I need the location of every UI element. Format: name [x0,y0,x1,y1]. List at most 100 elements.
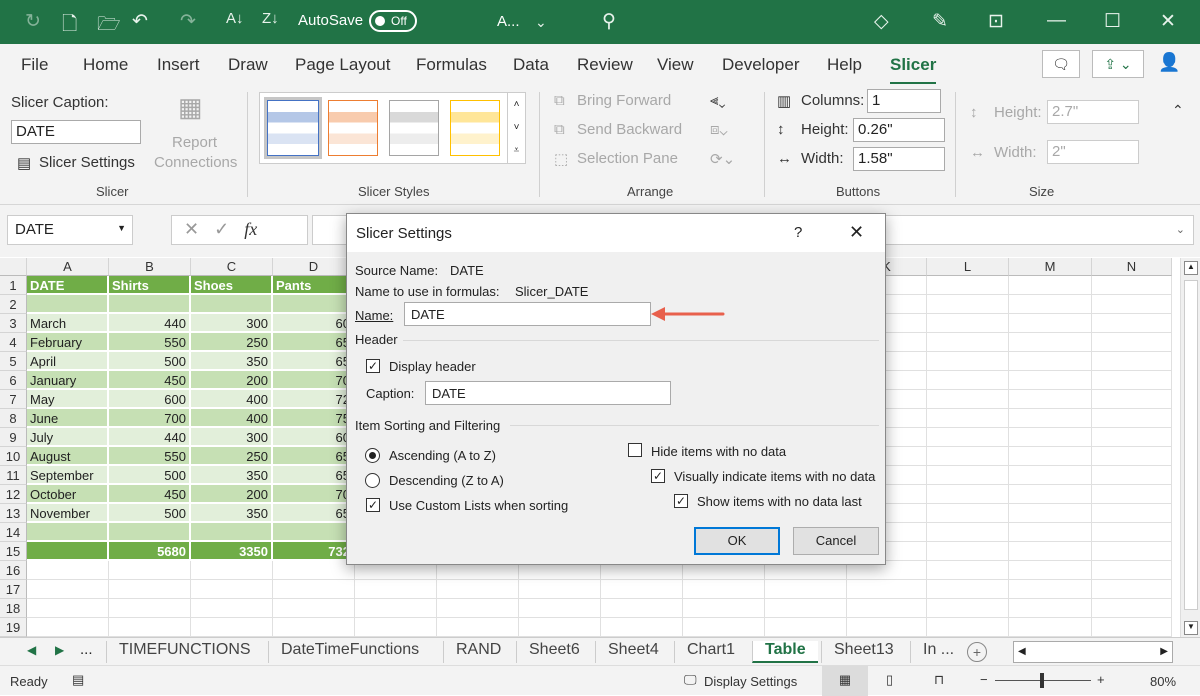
redo-icon[interactable]: ↷ [180,10,196,33]
group-objects-icon[interactable]: ⧈⌄ [710,121,728,138]
cell[interactable] [1092,618,1172,637]
slicer-caption-input[interactable]: DATE [11,120,141,144]
tab-page-layout[interactable]: Page Layout [295,55,390,75]
row-header[interactable]: 8 [0,409,27,428]
size-height-input[interactable]: 2.7" [1047,100,1139,124]
cell[interactable] [109,523,191,542]
cell[interactable]: Pants [273,276,355,295]
sheet-tab[interactable]: TIMEFUNCTIONS [106,641,263,663]
cell[interactable] [1009,542,1092,561]
search-icon[interactable]: ⚲ [602,10,616,33]
cell[interactable]: 70 [273,485,355,504]
cell[interactable] [927,333,1009,352]
size-width-input[interactable]: 2" [1047,140,1139,164]
cell[interactable] [27,580,109,599]
undo-icon[interactable]: ↶ [132,10,148,33]
next-sheet-icon[interactable]: ▶ [55,643,64,657]
cell[interactable]: 60 [273,428,355,447]
add-sheet-button[interactable]: + [967,642,987,662]
report-connections-button[interactable]: Connections [154,154,237,171]
cell[interactable] [927,485,1009,504]
cell[interactable]: May [27,390,109,409]
cell[interactable]: November [27,504,109,523]
cell[interactable] [1092,428,1172,447]
sort-ascending-icon[interactable]: A↓ [226,10,244,27]
row-header[interactable]: 16 [0,561,27,580]
cell[interactable] [273,580,355,599]
row-header[interactable]: 15 [0,542,27,561]
column-header[interactable]: C [191,258,273,276]
cell[interactable] [765,599,847,618]
display-settings-button[interactable]: Display Settings [704,674,797,689]
tab-file[interactable]: File [21,55,48,75]
sort-descending-icon[interactable]: Z↓ [262,10,279,27]
cell[interactable]: 250 [191,447,273,466]
cell[interactable] [109,580,191,599]
cell[interactable] [1092,561,1172,580]
cell[interactable] [847,580,927,599]
caption-input[interactable]: DATE [425,381,671,405]
cell[interactable]: February [27,333,109,352]
close-icon[interactable]: ✕ [1160,10,1176,33]
cell[interactable]: 200 [191,485,273,504]
columns-input[interactable]: 1 [867,89,941,113]
cell[interactable] [1009,428,1092,447]
cell[interactable] [1009,523,1092,542]
visually-indicate-checkbox[interactable]: ✓ [651,469,665,483]
cell[interactable] [1009,504,1092,523]
tab-developer[interactable]: Developer [722,55,800,75]
sheet-tab[interactable]: Sheet13 [821,641,906,663]
cell[interactable] [1092,447,1172,466]
cell[interactable] [27,542,109,561]
cell[interactable]: 3350 [191,542,273,561]
cell[interactable] [927,314,1009,333]
cell[interactable] [109,599,191,618]
sheet-tab[interactable]: DateTimeFunctions [268,641,431,663]
cell[interactable] [1009,599,1092,618]
cell[interactable]: 5680 [109,542,191,561]
cell[interactable] [847,618,927,637]
cell[interactable]: 75 [273,409,355,428]
page-layout-view-icon[interactable]: ▯ [886,672,893,688]
cell[interactable] [273,295,355,314]
cell[interactable] [927,276,1009,295]
cell[interactable]: April [27,352,109,371]
cell[interactable] [355,599,437,618]
cell[interactable] [273,599,355,618]
gallery-scroll[interactable]: ˄ ˅ ⩡ [507,93,525,163]
cell[interactable] [1092,390,1172,409]
cell[interactable] [1009,447,1092,466]
row-header[interactable]: 10 [0,447,27,466]
cell[interactable] [27,523,109,542]
cell[interactable]: March [27,314,109,333]
minimize-icon[interactable]: — [1047,10,1066,32]
cell[interactable] [683,618,765,637]
cell[interactable] [927,523,1009,542]
cell[interactable] [191,599,273,618]
cell[interactable] [1092,352,1172,371]
cell[interactable] [109,618,191,637]
selection-pane-button[interactable]: Selection Pane [577,150,678,167]
cell[interactable]: October [27,485,109,504]
collapse-ribbon-icon[interactable]: ⌃ [1172,102,1184,119]
cell[interactable] [1009,580,1092,599]
sheet-tab[interactable]: In ... [910,641,966,663]
column-header[interactable]: L [927,258,1009,276]
cell[interactable] [1009,314,1092,333]
enter-icon[interactable]: ✓ [214,219,229,239]
cell[interactable]: 300 [191,428,273,447]
row-header[interactable]: 12 [0,485,27,504]
help-button[interactable]: ? [794,224,802,241]
cell[interactable]: 600 [109,390,191,409]
zoom-slider[interactable] [995,673,1091,688]
style-orange[interactable] [328,100,378,156]
row-header[interactable]: 9 [0,428,27,447]
cell[interactable] [273,618,355,637]
cell[interactable] [27,618,109,637]
cell[interactable] [27,599,109,618]
coauthor-icon[interactable]: 👤 [1158,52,1180,73]
descending-radio[interactable] [365,473,380,488]
cell[interactable] [109,295,191,314]
sheet-tab[interactable]: RAND [443,641,513,663]
cell[interactable]: 450 [109,371,191,390]
